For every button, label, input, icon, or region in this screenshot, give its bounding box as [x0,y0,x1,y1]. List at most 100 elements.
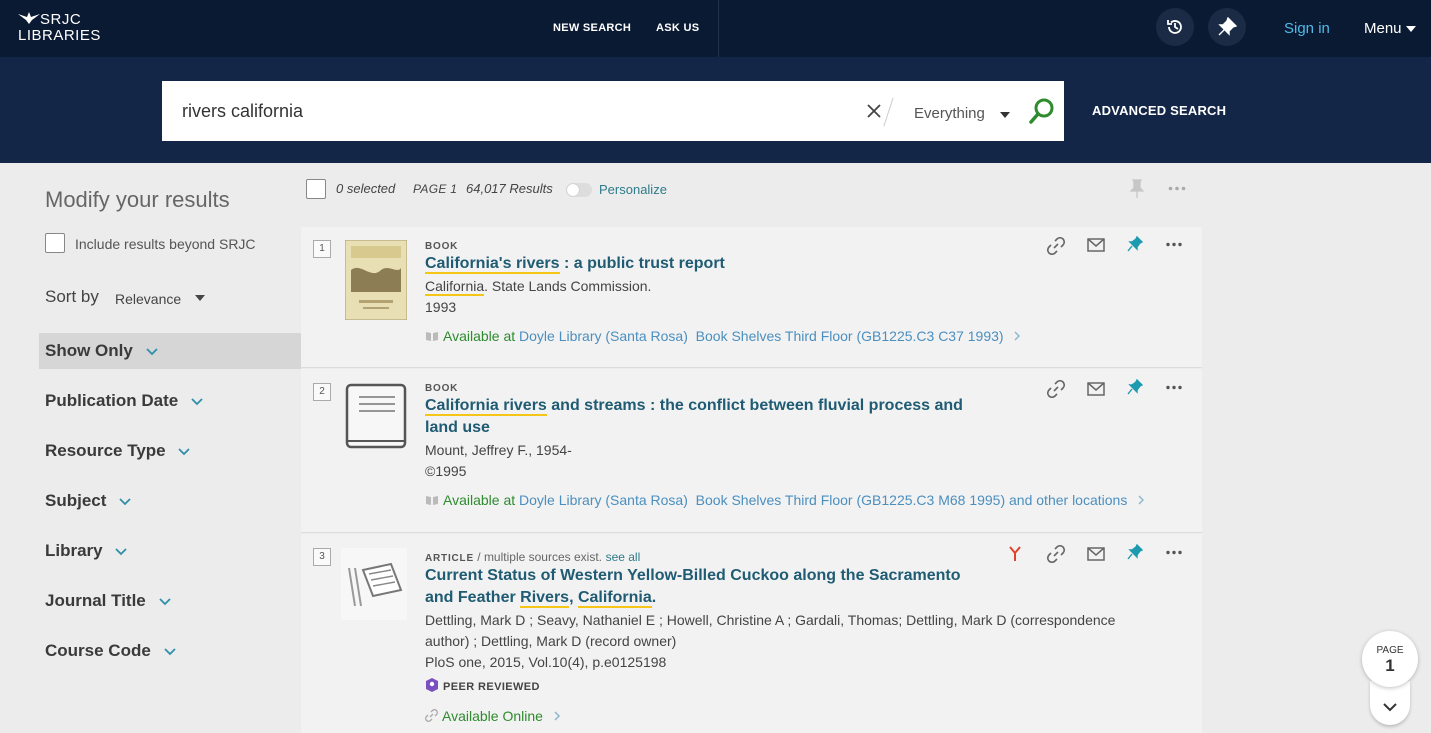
available-label: Available at [443,328,516,344]
result-number: 1 [313,240,331,258]
shelf-location: Book Shelves Third Floor (GB1225.C3 M68 … [695,492,1128,508]
new-search-link[interactable]: NEW SEARCH [553,22,631,34]
nav-divider [718,0,719,57]
ask-us-link[interactable]: ASK US [656,22,699,34]
pin-icon[interactable] [1127,544,1143,564]
result-card-3[interactable]: 3 ARTICLE / multiple sources exist. see … [301,534,1202,733]
facet-show-only[interactable]: Show Only [45,341,158,361]
page-indicator-number: 1 [1385,656,1395,675]
scope-caret-icon [1000,112,1010,118]
include-beyond-checkbox[interactable] [45,233,65,253]
facet-label: Show Only [45,341,133,360]
result-date: 1993 [425,299,457,315]
next-page-button[interactable] [1370,681,1410,725]
availability-link[interactable]: Available at Doyle Library (Santa Rosa) … [425,492,1145,508]
result-source: PloS one, 2015, Vol.10(4), p.e0125198 [425,654,667,670]
search-input[interactable]: rivers california [182,101,303,122]
chevron-down-icon [119,497,131,505]
result-type: ARTICLE [425,553,474,564]
chevron-right-icon [1138,495,1145,505]
facet-subject[interactable]: Subject [45,491,131,511]
book-cover-thumbnail[interactable] [345,240,407,320]
result-title-link[interactable]: Current Status of Western Yellow-Billed … [425,565,961,609]
search-band: rivers california Everything ADVANCED SE… [0,57,1431,163]
history-icon [1167,20,1182,34]
available-online-label: Available Online [442,708,543,724]
see-all-link[interactable]: see all [606,550,641,564]
facet-label: Publication Date [45,391,179,410]
advanced-search-link[interactable]: ADVANCED SEARCH [1092,103,1226,118]
result-date: ©1995 [425,463,467,479]
sort-caret-icon [195,295,205,301]
sort-by-select[interactable]: Relevance [115,291,181,307]
personalize-link[interactable]: Personalize [599,182,667,197]
email-icon[interactable] [1087,547,1105,561]
citation-trail-icon[interactable] [1008,546,1022,562]
facet-label: Journal Title [45,591,146,610]
pin-icon [1218,17,1237,36]
email-icon[interactable] [1087,238,1105,252]
title-line2-a: and Feather [425,589,521,606]
facet-course-code[interactable]: Course Code [45,641,176,661]
facet-library[interactable]: Library [45,541,128,561]
search-box: rivers california Everything [162,81,1064,141]
permalink-icon[interactable] [1047,380,1065,398]
link-icon [425,709,438,722]
my-favorites-button[interactable] [1208,8,1246,46]
facet-publication-date[interactable]: Publication Date [45,391,203,411]
permalink-icon[interactable] [1047,545,1065,563]
facet-label: Course Code [45,641,151,660]
results-count: 64,017 Results [466,181,553,196]
pin-all-icon[interactable] [1129,179,1145,199]
chevron-down-icon [115,547,128,555]
select-all-checkbox[interactable] [306,179,326,199]
result-authors-line1: Dettling, Mark D ; Seavy, Nathaniel E ; … [425,612,1116,628]
book-placeholder-icon[interactable] [345,383,407,453]
result-card-2[interactable]: 2 BOOK California rivers and streams : t… [301,369,1202,533]
result-type: BOOK [425,383,459,394]
search-scope-select[interactable]: Everything [914,105,985,122]
chevron-down-icon [178,447,190,455]
include-beyond-label: Include results beyond SRJC [75,236,256,252]
book-availability-icon [426,332,438,341]
facet-resource-type[interactable]: Resource Type [45,441,190,461]
permalink-icon[interactable] [1047,237,1065,255]
author-rest: . State Lands Commission. [484,278,652,294]
page-circle: PAGE 1 [1362,631,1418,687]
result-type-line: ARTICLE / multiple sources exist. see al… [425,550,640,564]
available-online-link[interactable]: Available Online [425,708,561,724]
result-card-1[interactable]: 1 BOOK California's rivers : a public tr… [301,227,1202,368]
srjc-logo[interactable]: SRJC LIBRARIES [18,11,108,45]
more-actions-icon[interactable] [1166,242,1182,247]
book-availability-icon [426,496,438,505]
pin-icon[interactable] [1127,236,1143,256]
chevron-down-icon [163,647,176,655]
sort-by-label: Sort by [45,287,99,306]
page-indicator-label: PAGE [1376,645,1404,656]
facet-label: Library [45,541,103,560]
menu-button[interactable]: Menu [1364,20,1402,37]
facet-journal-title[interactable]: Journal Title [45,591,171,611]
article-placeholder-icon[interactable] [341,546,409,622]
sign-in-link[interactable]: Sign in [1284,20,1330,37]
facet-label: Resource Type [45,441,166,460]
more-actions-icon[interactable] [1166,550,1182,555]
availability-link[interactable]: Available at Doyle Library (Santa Rosa) … [425,328,1021,344]
chevron-down-icon [1383,703,1397,712]
email-icon[interactable] [1087,382,1105,396]
search-icon[interactable] [1028,97,1056,125]
more-options-icon[interactable] [1168,186,1186,191]
result-title-link[interactable]: California rivers and streams : the conf… [425,395,963,439]
more-actions-icon[interactable] [1166,385,1182,390]
pin-icon[interactable] [1127,379,1143,399]
library-name: Doyle Library (Santa Rosa) [519,328,688,344]
search-history-button[interactable] [1156,8,1194,46]
title-sep: , [569,589,578,606]
result-author: California. State Lands Commission. [425,278,652,296]
title-highlight: California's rivers [425,255,560,274]
result-title-link[interactable]: California's rivers : a public trust rep… [425,253,725,275]
personalize-toggle[interactable] [566,183,592,197]
clear-search-icon[interactable] [866,103,882,119]
chevron-right-icon [554,711,560,721]
title-highlight-rivers: Rivers [520,589,570,608]
